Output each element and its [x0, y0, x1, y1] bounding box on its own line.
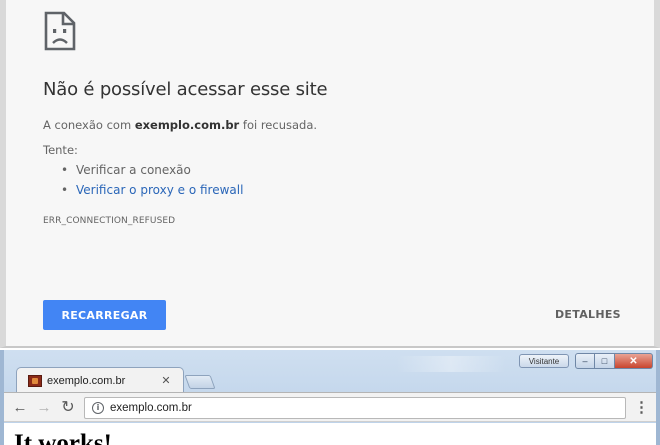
try-label: Tente:: [43, 143, 78, 157]
error-host: exemplo.com.br: [134, 118, 240, 132]
address-bar[interactable]: i exemplo.com.br: [84, 397, 626, 419]
close-window-button[interactable]: ✕: [615, 353, 653, 369]
profile-button[interactable]: Visitante: [519, 354, 569, 368]
error-page: Não é possível acessar esse site A conex…: [0, 0, 660, 348]
browser-toolbar: ← → ↻ i exemplo.com.br ⋮: [4, 392, 656, 422]
tab-title: exemplo.com.br: [47, 374, 126, 387]
suggestion-item: Verificar a conexão: [61, 162, 243, 182]
reload-button[interactable]: RECARREGAR: [43, 300, 166, 330]
maximize-button[interactable]: □: [595, 353, 615, 369]
forward-arrow-icon[interactable]: →: [35, 399, 53, 417]
menu-dots-icon[interactable]: ⋮: [634, 399, 649, 417]
info-icon[interactable]: i: [92, 402, 104, 414]
browser-window: Visitante – □ ✕ exemplo.com.br ✕ ← → ↻ i…: [0, 350, 660, 445]
page-viewport: It works!: [4, 423, 656, 445]
suggestion-list: Verificar a conexão Verificar o proxy e …: [61, 162, 243, 202]
back-arrow-icon[interactable]: ←: [11, 399, 29, 417]
sad-document-icon: [44, 11, 76, 51]
suggestion-item[interactable]: Verificar o proxy e o firewall: [61, 182, 243, 202]
error-code: ERR_CONNECTION_REFUSED: [43, 216, 176, 226]
details-button[interactable]: DETALHES: [555, 308, 621, 321]
minimize-button[interactable]: –: [575, 353, 595, 369]
reload-icon[interactable]: ↻: [59, 399, 77, 417]
page-heading: It works!: [14, 430, 112, 445]
new-tab-button[interactable]: [184, 375, 216, 389]
error-message-prefix: A conexão com: [43, 118, 135, 132]
error-message: A conexão com exemplo.com.br foi recusad…: [43, 118, 317, 132]
window-controls: – □ ✕: [575, 353, 653, 369]
address-url[interactable]: exemplo.com.br: [110, 402, 192, 414]
error-message-suffix: foi recusada.: [239, 118, 318, 132]
error-title: Não é possível acessar esse site: [43, 79, 328, 100]
site-favicon-icon: [28, 374, 42, 387]
suggestion-check-proxy-link[interactable]: Verificar o proxy e o firewall: [76, 183, 243, 197]
tab-exemplo[interactable]: exemplo.com.br ✕: [16, 367, 184, 393]
suggestion-check-connection: Verificar a conexão: [76, 163, 191, 177]
titlebar-decoration: [396, 356, 506, 372]
tab-close-icon[interactable]: ✕: [159, 374, 173, 387]
